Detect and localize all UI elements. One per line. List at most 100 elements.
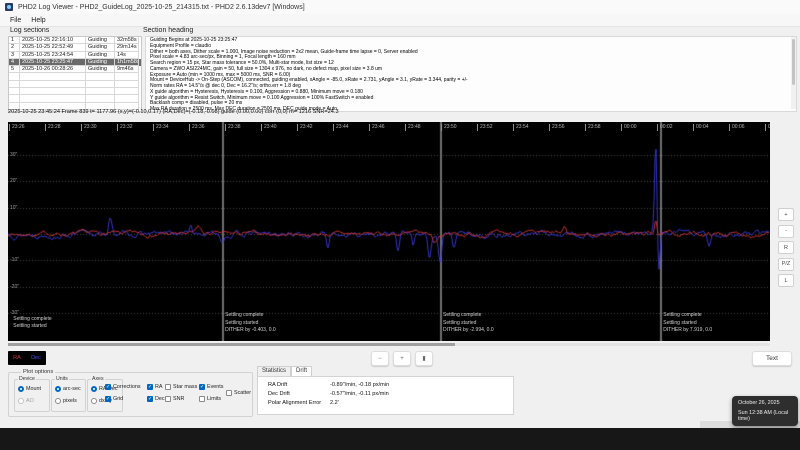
arcsec-tick: -10": [10, 257, 20, 264]
radio-icon[interactable]: [55, 398, 61, 404]
log-section-row[interactable]: [9, 73, 141, 81]
radio-arc-sec[interactable]: arc-sec: [55, 386, 81, 392]
checkbox-limits[interactable]: Limits: [199, 396, 221, 402]
checkbox-grid[interactable]: ✓ Grid: [105, 396, 123, 402]
time-tick: 00:04: [693, 124, 709, 131]
text-view-button[interactable]: Text: [752, 351, 792, 366]
time-tick: 23:52: [477, 124, 493, 131]
zoom-out-button[interactable]: −: [371, 351, 389, 366]
scale-plus-button[interactable]: +: [778, 208, 794, 221]
radio-ao[interactable]: AO: [18, 398, 34, 404]
time-tick: 23:42: [297, 124, 313, 131]
radio-mount[interactable]: Mount: [18, 386, 41, 392]
frame-summary-line: 2025-10-25 23:45:24 Frame 839 t= 1177.96…: [8, 109, 339, 115]
clock-tooltip: October 26, 2025 Sun 12:38 AM (Local tim…: [732, 396, 798, 426]
vertical-scale-button[interactable]: ▮: [415, 351, 433, 366]
plot-options-panel: Plot options Device Mount AO Units arc-sec pi…: [8, 369, 253, 417]
window-title: PHD2 Log Viewer - PHD2_GuideLog_2025-10-…: [18, 3, 305, 11]
checkbox-star-mass[interactable]: Star mass: [165, 384, 197, 390]
time-tick: 23:36: [189, 124, 205, 131]
checkbox-icon[interactable]: ✓: [199, 384, 205, 390]
radio-icon[interactable]: [91, 398, 97, 404]
graph-scrollbar[interactable]: [8, 343, 770, 346]
time-tick: 23:38: [225, 124, 241, 131]
time-tick: 23:48: [405, 124, 421, 131]
checkbox-scatter[interactable]: Scatter: [226, 390, 251, 396]
radio-icon[interactable]: [18, 398, 24, 404]
arcsec-tick: 30": [10, 152, 18, 159]
checkbox-icon[interactable]: ✓: [105, 384, 111, 390]
checkbox-ra[interactable]: ✓ RA: [147, 384, 163, 390]
menu-file[interactable]: File: [10, 17, 21, 24]
arcsec-tick: 10": [10, 204, 18, 211]
time-tick: 23:50: [441, 124, 457, 131]
guide-event-annotation: Settling complete Settling started DITHER …: [225, 312, 276, 334]
trace-legend: RA Dec: [8, 351, 46, 365]
checkbox-icon[interactable]: [165, 396, 171, 402]
checkbox-icon[interactable]: ✓: [147, 396, 153, 402]
graph-scrollbar-thumb[interactable]: [8, 343, 455, 346]
checkbox-icon[interactable]: [199, 396, 205, 402]
log-section-row[interactable]: 3 2025-10-25 23:24:54 Guiding 14s: [9, 51, 141, 59]
time-tick: 00:06: [729, 124, 745, 131]
log-section-row[interactable]: 2 2025-10-25 22:52:49 Guiding 29m14s: [9, 44, 141, 52]
guide-event-annotation: Settling complete Settling started DITHER …: [663, 312, 713, 334]
menu-bar: File Help: [0, 14, 800, 27]
time-tick: 00:02: [657, 124, 673, 131]
section-heading-scrollbar[interactable]: [791, 37, 796, 109]
time-tick: 23:46: [369, 124, 385, 131]
log-section-row[interactable]: [9, 95, 141, 103]
scrollbar-thumb[interactable]: [792, 39, 795, 85]
checkbox-icon[interactable]: [165, 384, 171, 390]
menu-help[interactable]: Help: [31, 17, 45, 24]
section-heading-label: Section heading: [143, 27, 194, 34]
time-tick: 23:54: [513, 124, 529, 131]
desktop: PHD2 Log Viewer - PHD2_GuideLog_2025-10-…: [0, 0, 800, 450]
time-tick: 23:34: [153, 124, 169, 131]
arcsec-tick: 20": [10, 178, 18, 185]
log-section-row[interactable]: 4 2025-10-25 23:25:47 Guiding 1h1m58s: [9, 58, 141, 67]
radio-icon[interactable]: [55, 386, 61, 392]
checkbox-icon[interactable]: [226, 390, 232, 396]
zoom-in-button[interactable]: +: [393, 351, 411, 366]
time-tick: 23:30: [81, 124, 97, 131]
tooltip-date: October 26, 2025: [738, 400, 780, 406]
plot-options-label: Plot options: [21, 369, 56, 375]
limits-button[interactable]: L: [778, 274, 794, 287]
guide-graph-canvas[interactable]: [8, 122, 770, 341]
time-tick: 00:00: [621, 124, 637, 131]
drift-row: Dec Drift -0.57"/min, -0.11 px/min: [268, 391, 389, 397]
checkbox-snr[interactable]: SNR: [165, 396, 184, 402]
checkbox-corrections[interactable]: ✓ Corrections: [105, 384, 141, 390]
checkbox-dec[interactable]: ✓ Dec: [147, 396, 165, 402]
legend-ra: RA: [13, 355, 21, 361]
group-units: Units arc-sec pixels: [51, 376, 86, 412]
guide-graph[interactable]: 23:26 23:28 23:30 23:32 23:34 23:36 23:38 23:40…: [8, 122, 770, 341]
time-tick: 23:32: [117, 124, 133, 131]
time-tick: 23:44: [333, 124, 349, 131]
checkbox-icon[interactable]: ✓: [105, 396, 111, 402]
log-section-row[interactable]: [9, 80, 141, 89]
radio-icon[interactable]: [91, 386, 97, 392]
section-heading-panel: Guiding Begins at 2025-10-25 23:25:47 Equ…: [145, 36, 797, 112]
log-section-row[interactable]: 5 2025-10-26 00:28:26 Guiding 9m46s: [9, 66, 141, 74]
checkbox-icon[interactable]: ✓: [147, 384, 153, 390]
log-section-row[interactable]: 1 2025-10-25 22:16:10 Guiding 32m58s: [9, 37, 141, 45]
section-heading-text: Guiding Begins at 2025-10-25 23:25:47 Equ…: [150, 37, 780, 111]
log-section-row[interactable]: [9, 88, 141, 96]
window-titlebar[interactable]: PHD2 Log Viewer - PHD2_GuideLog_2025-10-…: [0, 0, 800, 15]
legend-dec: Dec: [31, 355, 41, 361]
pixels-arcsec-button[interactable]: P/Z: [778, 257, 794, 271]
log-sections-label: Log sections: [10, 27, 50, 34]
scale-minus-button[interactable]: -: [778, 224, 794, 238]
radio-pixels[interactable]: pixels: [55, 398, 77, 404]
checkbox-events[interactable]: ✓ Events: [199, 384, 223, 390]
log-sections-table[interactable]: 1 2025-10-25 22:16:10 Guiding 32m58s 2 2025-1…: [8, 36, 142, 112]
drift-panel: RA Drift -0.89"/min, -0.18 px/min Dec Drif…: [257, 376, 514, 415]
taskbar: ^ ☁ ENG US 12:38 AM 2025-10-26: [0, 428, 800, 450]
radio-icon[interactable]: [18, 386, 24, 392]
ra-only-button[interactable]: R: [778, 241, 794, 254]
guide-event-annotation: Settling complete Settling started: [13, 315, 52, 330]
arcsec-tick: -20": [10, 283, 20, 290]
group-device: Device Mount AO: [14, 376, 50, 412]
